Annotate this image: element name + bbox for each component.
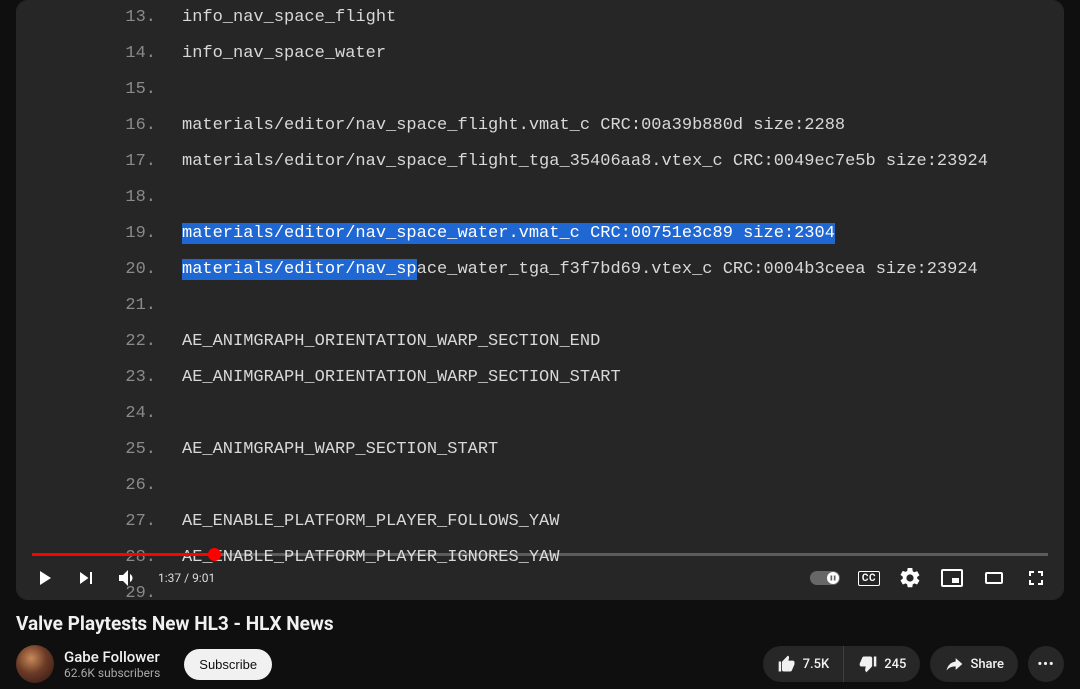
fullscreen-icon[interactable] [1024, 566, 1048, 590]
code-line [182, 288, 1064, 324]
channel-info: Gabe Follower 62.6K subscribers [64, 648, 160, 680]
code-line [182, 468, 1064, 504]
code-line: materials/editor/nav_space_flight_tga_35… [182, 144, 1064, 180]
time-sep: / [184, 571, 192, 585]
line-number: 14. [16, 36, 160, 72]
code-line: AE_ANIMGRAPH_WARP_SECTION_START [182, 432, 1064, 468]
code-body: info_nav_space_flightinfo_nav_space_wate… [172, 0, 1064, 600]
subscribe-button[interactable]: Subscribe [184, 649, 272, 680]
code-gutter: 13.14.15.16.17.18.19.20.21.22.23.24.25.2… [16, 0, 172, 600]
code-line [182, 396, 1064, 432]
line-number: 17. [16, 144, 160, 180]
dislike-count: 245 [884, 657, 906, 672]
below-player: Valve Playtests New HL3 - HLX News Gabe … [0, 600, 1080, 683]
video-title: Valve Playtests New HL3 - HLX News [16, 612, 1064, 635]
line-number: 23. [16, 360, 160, 396]
line-number: 26. [16, 468, 160, 504]
theater-icon[interactable] [982, 566, 1006, 590]
code-line [182, 72, 1064, 108]
line-number: 21. [16, 288, 160, 324]
time-display: 1:37 / 9:01 [158, 571, 215, 585]
channel-name[interactable]: Gabe Follower [64, 648, 160, 666]
share-label: Share [970, 657, 1004, 672]
code-line: AE_ANIMGRAPH_ORIENTATION_WARP_SECTION_EN… [182, 324, 1064, 360]
more-actions-button[interactable]: ••• [1028, 646, 1064, 682]
line-number: 19. [16, 216, 160, 252]
autoplay-knob [827, 572, 839, 584]
line-number: 18. [16, 180, 160, 216]
video-content-code: 13.14.15.16.17.18.19.20.21.22.23.24.25.2… [16, 0, 1064, 600]
more-icon: ••• [1037, 657, 1054, 672]
thumbs-down-icon [858, 654, 878, 674]
autoplay-toggle[interactable] [810, 571, 840, 585]
line-number: 13. [16, 0, 160, 36]
player-controls: 1:37 / 9:01 CC [32, 556, 1048, 600]
dislike-button[interactable]: 245 [844, 646, 920, 682]
line-number: 27. [16, 504, 160, 540]
miniplayer-icon[interactable] [940, 566, 964, 590]
meta-row: Gabe Follower 62.6K subscribers Subscrib… [16, 645, 1064, 683]
line-number: 20. [16, 252, 160, 288]
code-line: AE_ENABLE_PLATFORM_PLAYER_FOLLOWS_YAW [182, 504, 1064, 540]
code-line: materials/editor/nav_space_flight.vmat_c… [182, 108, 1064, 144]
time-total: 9:01 [192, 571, 215, 585]
code-line: AE_ANIMGRAPH_ORIENTATION_WARP_SECTION_ST… [182, 360, 1064, 396]
line-number: 16. [16, 108, 160, 144]
code-line [182, 180, 1064, 216]
code-line: materials/editor/nav_space_water.vmat_c … [182, 216, 1064, 252]
code-line: materials/editor/nav_space_water_tga_f3f… [182, 252, 1064, 288]
thumbs-up-icon [777, 654, 797, 674]
line-number: 24. [16, 396, 160, 432]
next-icon[interactable] [74, 566, 98, 590]
play-icon[interactable] [32, 566, 56, 590]
captions-button[interactable]: CC [858, 571, 880, 586]
code-line: info_nav_space_water [182, 36, 1064, 72]
code-line: info_nav_space_flight [182, 0, 1064, 36]
volume-icon[interactable] [116, 566, 140, 590]
like-button[interactable]: 7.5K [763, 646, 845, 682]
line-number: 22. [16, 324, 160, 360]
share-icon [944, 654, 964, 674]
share-button[interactable]: Share [930, 646, 1018, 682]
channel-avatar[interactable] [16, 645, 54, 683]
settings-icon[interactable] [898, 566, 922, 590]
like-count: 7.5K [803, 657, 830, 672]
subscriber-count: 62.6K subscribers [64, 666, 160, 680]
like-dislike-pill: 7.5K 245 [763, 646, 921, 682]
video-player[interactable]: 13.14.15.16.17.18.19.20.21.22.23.24.25.2… [16, 0, 1064, 600]
line-number: 15. [16, 72, 160, 108]
time-current: 1:37 [158, 571, 181, 585]
line-number: 25. [16, 432, 160, 468]
